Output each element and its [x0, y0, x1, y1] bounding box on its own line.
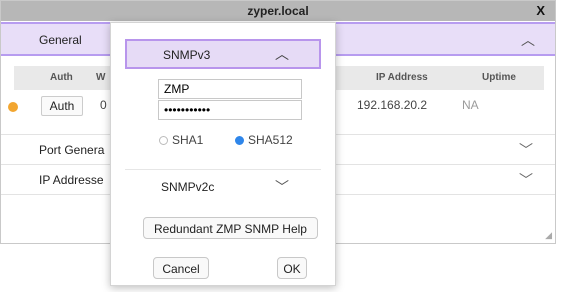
chevron-down-icon[interactable]: ﹀	[519, 170, 533, 190]
close-icon[interactable]: X	[536, 3, 545, 18]
chevron-down-icon[interactable]: ﹀	[275, 177, 289, 197]
chevron-up-icon[interactable]: ︿	[521, 30, 535, 50]
snmp-help-button[interactable]: Redundant ZMP SNMP Help	[143, 217, 318, 239]
row-ip-address: 192.168.20.2	[357, 98, 428, 112]
snmpv2c-label: SNMPv2c	[161, 180, 215, 194]
divider	[125, 169, 321, 170]
resize-handle-icon[interactable]: ◢	[545, 230, 552, 241]
sha512-radio[interactable]: SHA512	[235, 133, 293, 147]
password-field[interactable]	[158, 100, 302, 120]
column-header-ip-address: IP Address	[376, 72, 428, 83]
sha1-radio[interactable]: SHA1	[159, 133, 203, 147]
snmpv3-label: SNMPv3	[163, 48, 211, 62]
credentials-fields	[158, 79, 302, 120]
general-label: General	[39, 33, 82, 47]
window-title: zyper.local	[247, 4, 309, 18]
sha1-label: SHA1	[172, 133, 204, 147]
column-header-auth: Auth	[50, 72, 73, 83]
column-header-w: W	[96, 72, 106, 83]
sha512-label: SHA512	[248, 133, 293, 147]
snmpv3-section-header[interactable]: SNMPv3 ︿	[125, 39, 321, 69]
row-w-value: 0	[100, 98, 107, 112]
auth-button[interactable]: Auth	[41, 96, 83, 116]
radio-selected-icon[interactable]	[235, 135, 244, 145]
chevron-down-icon[interactable]: ﹀	[519, 140, 533, 160]
auth-protocol-radio-group: SHA1 SHA512	[159, 133, 309, 151]
ok-button[interactable]: OK	[277, 257, 307, 279]
column-header-uptime: Uptime	[482, 72, 516, 83]
radio-circle-icon[interactable]	[159, 135, 168, 145]
cancel-button[interactable]: Cancel	[153, 257, 209, 279]
status-dot-icon	[8, 102, 18, 112]
chevron-up-icon[interactable]: ︿	[275, 44, 289, 64]
snmpv2c-section-header[interactable]: SNMPv2c ﹀	[125, 174, 321, 202]
row-uptime: NA	[462, 98, 479, 112]
username-field[interactable]	[158, 79, 302, 99]
section-label: Port Genera	[39, 143, 105, 157]
title-bar: zyper.local X	[1, 1, 555, 21]
section-label: IP Addresse	[39, 173, 104, 187]
snmp-dialog: SNMPv3 ︿ SHA1 SHA512 SNMPv2c ﹀ Redundant…	[110, 22, 336, 286]
